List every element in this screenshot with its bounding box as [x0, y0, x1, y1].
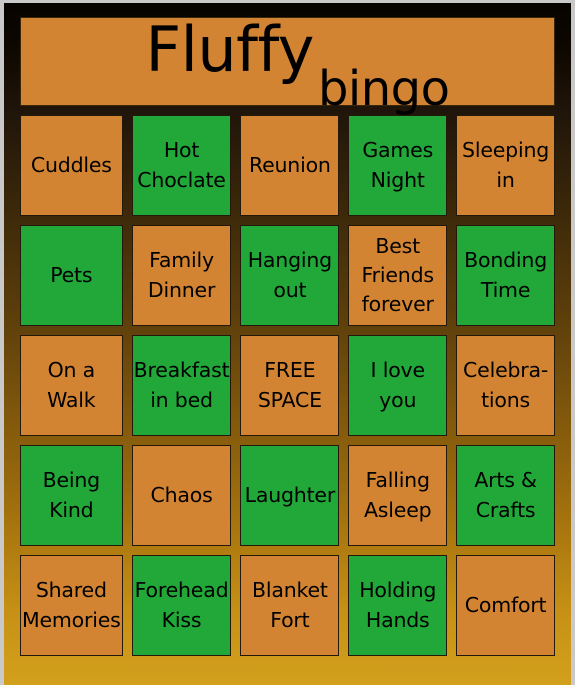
- bingo-cell[interactable]: Shared Memories: [20, 555, 123, 656]
- bingo-cell[interactable]: Laughter: [240, 445, 340, 546]
- bingo-cell-label: Sleeping in: [462, 138, 550, 192]
- bingo-cell-label: Family Dinner: [147, 248, 216, 302]
- bingo-cell[interactable]: Games Night: [348, 115, 448, 216]
- bingo-cell-label: Bonding Time: [464, 248, 548, 302]
- bingo-cell-label: Best Friends forever: [361, 233, 435, 317]
- bingo-cell-label: Breakfast in bed: [133, 358, 230, 412]
- bingo-cell[interactable]: I love you: [348, 335, 448, 436]
- bingo-cell-label: Falling Asleep: [363, 468, 432, 522]
- bingo-cell-label: Hot Choclate: [137, 138, 226, 192]
- bingo-cell-label: Hanging out: [247, 248, 332, 302]
- bingo-cell[interactable]: Being Kind: [20, 445, 123, 546]
- bingo-cell[interactable]: Comfort: [456, 555, 555, 656]
- bingo-cell-label: Pets: [50, 262, 93, 287]
- bingo-cell-label: Forehead Kiss: [134, 578, 229, 632]
- bingo-cell[interactable]: Celebra- tions: [456, 335, 555, 436]
- card-title-banner: Fluffy bingo: [20, 13, 555, 113]
- bingo-grid: Cuddles Hot Choclate Reunion Games Night Sle…: [20, 115, 555, 656]
- bingo-cell[interactable]: Family Dinner: [131, 225, 232, 326]
- card-title: Fluffy bingo: [145, 13, 450, 113]
- bingo-cell-label: Holding Hands: [359, 578, 437, 632]
- bingo-cell[interactable]: On a Walk: [20, 335, 123, 436]
- bingo-cell-label: Blanket Fort: [251, 578, 328, 632]
- bingo-cell[interactable]: Chaos: [131, 445, 232, 546]
- bingo-cell-label: Reunion: [248, 152, 331, 177]
- bingo-card: Fluffy bingo Cuddles Hot Choclate Reunion G…: [4, 3, 571, 685]
- bingo-cell[interactable]: Cuddles: [20, 115, 123, 216]
- page-canvas: Fluffy bingo Cuddles Hot Choclate Reunion G…: [0, 0, 575, 685]
- card-title-main: Fluffy: [145, 13, 314, 86]
- bingo-cell[interactable]: Hanging out: [240, 225, 340, 326]
- bingo-cell[interactable]: Best Friends forever: [348, 225, 448, 326]
- bingo-cell-label: Being Kind: [42, 468, 101, 522]
- bingo-cell-label: On a Walk: [47, 358, 96, 412]
- bingo-cell[interactable]: Hot Choclate: [131, 115, 232, 216]
- bingo-cell[interactable]: Sleeping in: [456, 115, 555, 216]
- bingo-cell-label: Comfort: [464, 592, 547, 617]
- bingo-cell[interactable]: Breakfast in bed: [131, 335, 232, 436]
- bingo-cell[interactable]: FREE SPACE: [240, 335, 340, 436]
- bingo-cell-label: Laughter: [244, 482, 336, 507]
- bingo-cell[interactable]: Arts & Crafts: [456, 445, 555, 546]
- bingo-cell[interactable]: Forehead Kiss: [131, 555, 232, 656]
- bingo-cell-label: FREE SPACE: [257, 358, 322, 412]
- bingo-cell-label: Celebra- tions: [463, 358, 549, 412]
- bingo-cell-label: I love you: [370, 358, 426, 412]
- bingo-cell[interactable]: Holding Hands: [348, 555, 448, 656]
- bingo-cell[interactable]: Pets: [20, 225, 123, 326]
- bingo-cell[interactable]: Falling Asleep: [348, 445, 448, 546]
- card-title-sub: bingo: [317, 61, 450, 117]
- bingo-cell[interactable]: Blanket Fort: [240, 555, 340, 656]
- bingo-cell-label: Arts & Crafts: [474, 468, 537, 522]
- bingo-cell-label: Shared Memories: [22, 578, 121, 632]
- bingo-cell-label: Chaos: [150, 482, 213, 507]
- bingo-cell[interactable]: Reunion: [240, 115, 340, 216]
- bingo-cell-label: Cuddles: [30, 152, 112, 177]
- bingo-cell[interactable]: Bonding Time: [456, 225, 555, 326]
- bingo-cell-label: Games Night: [362, 138, 434, 192]
